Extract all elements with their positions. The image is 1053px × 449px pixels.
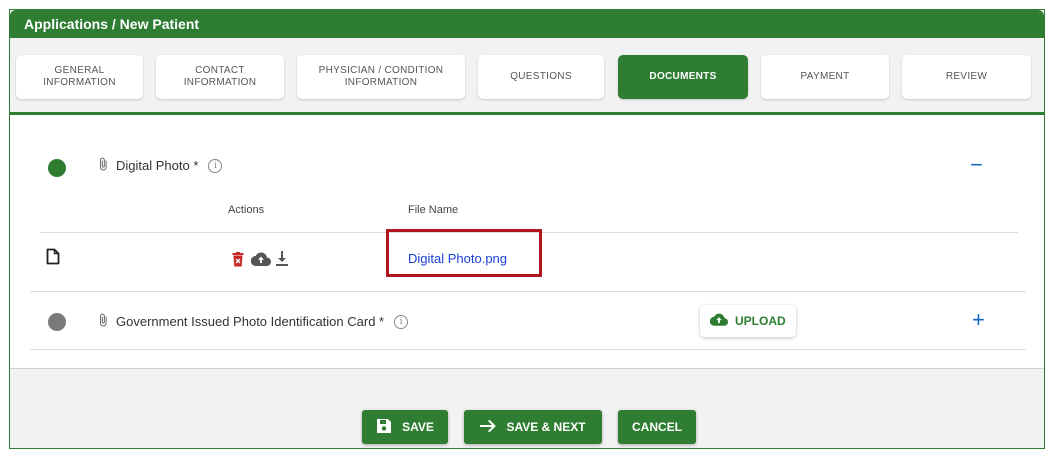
- tab-general-information[interactable]: GENERAL INFORMATION: [16, 55, 143, 99]
- tab-label: DOCUMENTS: [649, 71, 717, 82]
- tab-label: PAYMENT: [800, 71, 850, 82]
- breadcrumb-header: Applications / New Patient: [10, 10, 1044, 38]
- expand-toggle[interactable]: +: [972, 309, 985, 331]
- tab-label: CONTACT INFORMATION: [184, 65, 257, 89]
- tab-questions[interactable]: QUESTIONS: [478, 55, 604, 99]
- actions-column-header: Actions: [228, 204, 265, 216]
- tab-contact-information[interactable]: CONTACT INFORMATION: [156, 55, 284, 99]
- save-label: SAVE: [402, 420, 434, 434]
- section-divider: [30, 349, 1026, 350]
- step-tabs: GENERAL INFORMATION CONTACT INFORMATION PH…: [10, 38, 1044, 112]
- tab-label-line2: INFORMATION: [183, 77, 257, 88]
- gov-id-label: Government Issued Photo Identification C…: [116, 314, 385, 329]
- tab-payment[interactable]: PAYMENT: [761, 55, 889, 99]
- paperclip-icon: [96, 157, 110, 174]
- save-and-next-button[interactable]: SAVE & NEXT: [464, 410, 602, 444]
- tab-label: QUESTIONS: [510, 71, 572, 82]
- collapse-toggle[interactable]: −: [970, 154, 983, 176]
- section-divider: [30, 291, 1026, 292]
- cloud-upload-icon[interactable]: [250, 251, 272, 267]
- upload-button[interactable]: UPLOAD: [700, 305, 796, 337]
- digital-photo-label: Digital Photo *: [116, 158, 199, 173]
- tab-label-line1: CONTACT: [195, 65, 245, 76]
- digital-photo-title: Digital Photo * i: [96, 157, 223, 174]
- file-icon: [45, 247, 61, 265]
- tab-label-line1: GENERAL: [54, 65, 105, 76]
- tab-physician-condition-information[interactable]: PHYSICIAN / CONDITION INFORMATION: [297, 55, 465, 99]
- info-icon[interactable]: i: [208, 158, 223, 173]
- trash-icon[interactable]: [230, 250, 246, 268]
- save-button[interactable]: SAVE: [362, 410, 448, 444]
- tab-label: GENERAL INFORMATION: [43, 65, 116, 89]
- arrow-right-icon: [480, 419, 497, 435]
- tab-label-line2: INFORMATION: [344, 77, 418, 88]
- documents-panel: Digital Photo * i − Actions File Name Di…: [10, 115, 1044, 369]
- tab-documents[interactable]: DOCUMENTS: [618, 55, 748, 99]
- cloud-upload-icon: [709, 313, 729, 329]
- tab-label: PHYSICIAN / CONDITION INFORMATION: [319, 65, 444, 89]
- status-pending-dot: [48, 313, 66, 331]
- gov-id-title: Government Issued Photo Identification C…: [96, 313, 409, 330]
- tab-label-line1: PHYSICIAN / CONDITION: [318, 65, 444, 76]
- paperclip-icon: [96, 313, 110, 330]
- highlight-box: [386, 229, 542, 277]
- tab-label-line2: INFORMATION: [43, 77, 116, 88]
- status-complete-dot: [48, 159, 66, 177]
- filename-column-header: File Name: [408, 204, 459, 216]
- tab-label: REVIEW: [945, 71, 988, 82]
- cancel-label: CANCEL: [632, 420, 682, 434]
- save-next-label: SAVE & NEXT: [506, 420, 586, 434]
- application-frame: Applications / New Patient GENERAL INFORM…: [9, 9, 1045, 449]
- info-icon[interactable]: i: [394, 314, 409, 329]
- floppy-disk-icon: [376, 418, 392, 437]
- tab-review[interactable]: REVIEW: [902, 55, 1031, 99]
- upload-label: UPLOAD: [735, 314, 786, 328]
- download-icon[interactable]: [274, 250, 290, 267]
- cancel-button[interactable]: CANCEL: [618, 410, 696, 444]
